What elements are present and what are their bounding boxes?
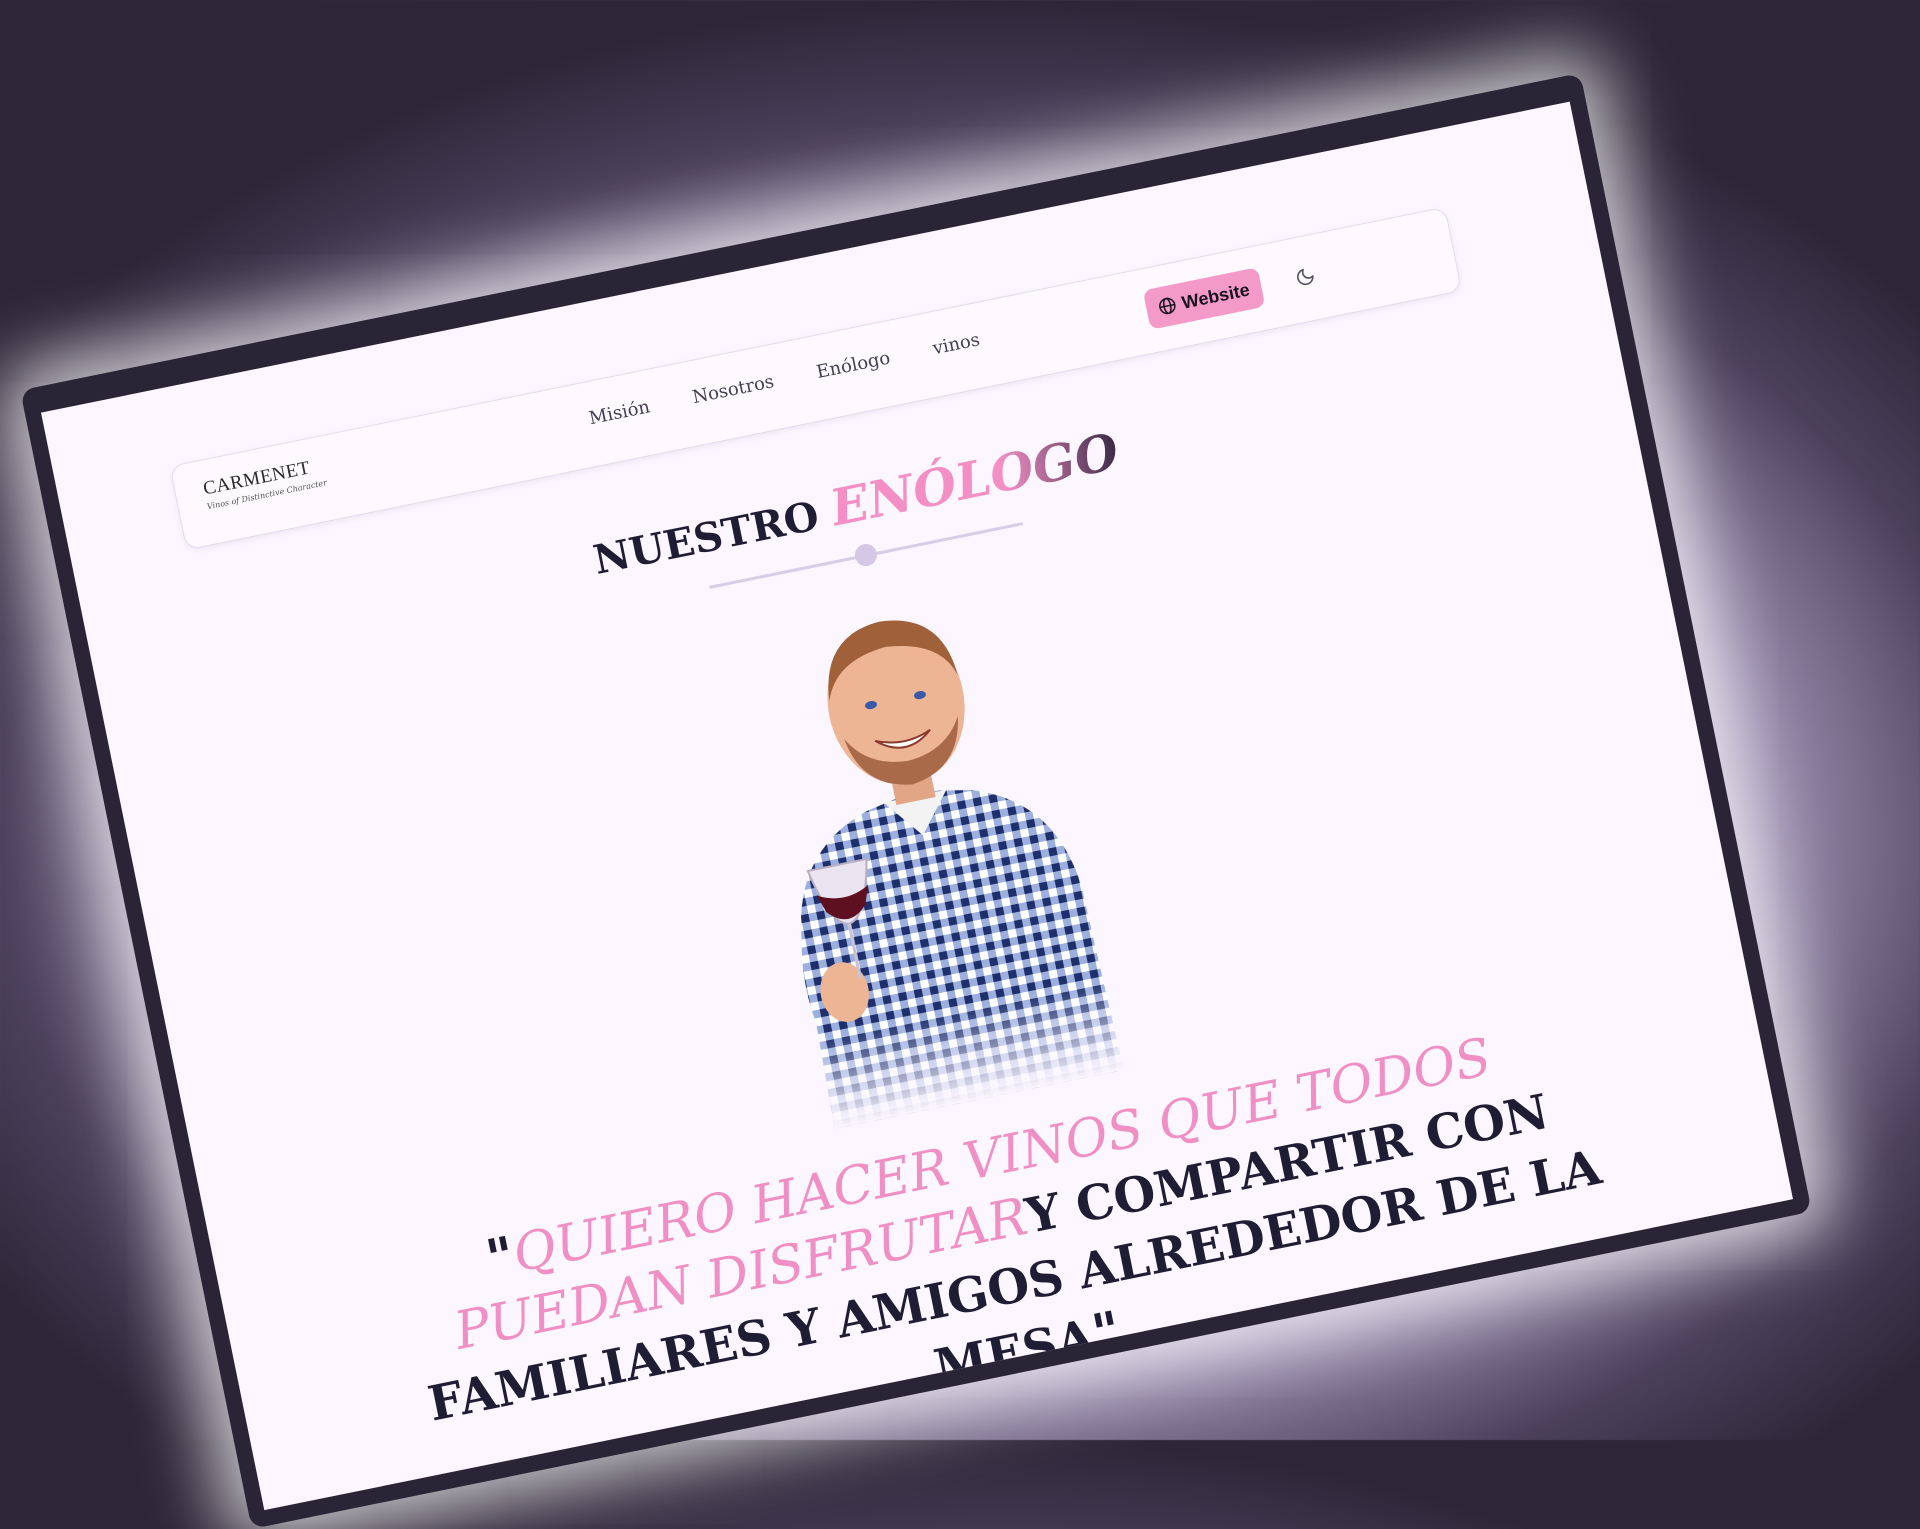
website-button[interactable]: Website [1142, 267, 1266, 330]
nav-links: Misión Nosotros Enólogo vinos [587, 329, 982, 429]
globe-icon [1157, 295, 1178, 316]
nav-link-vinos[interactable]: vinos [931, 329, 982, 359]
nav-link-mision[interactable]: Misión [587, 396, 652, 429]
nav-link-enologo[interactable]: Enólogo [815, 348, 892, 383]
divider-dot [852, 542, 879, 569]
section-title-accent: ENÓLOGO [825, 421, 1124, 538]
brand-logo[interactable]: CARMENET Vinos of Distinctive Character [201, 455, 327, 511]
quote-close-mark: " [1087, 1299, 1126, 1365]
website-button-label: Website [1179, 278, 1252, 313]
moon-icon[interactable] [1294, 265, 1318, 289]
nav-link-nosotros[interactable]: Nosotros [691, 371, 776, 408]
browser-screen: CARMENET Vinos of Distinctive Character … [20, 72, 1812, 1529]
winemaker-portrait [677, 550, 1173, 1140]
